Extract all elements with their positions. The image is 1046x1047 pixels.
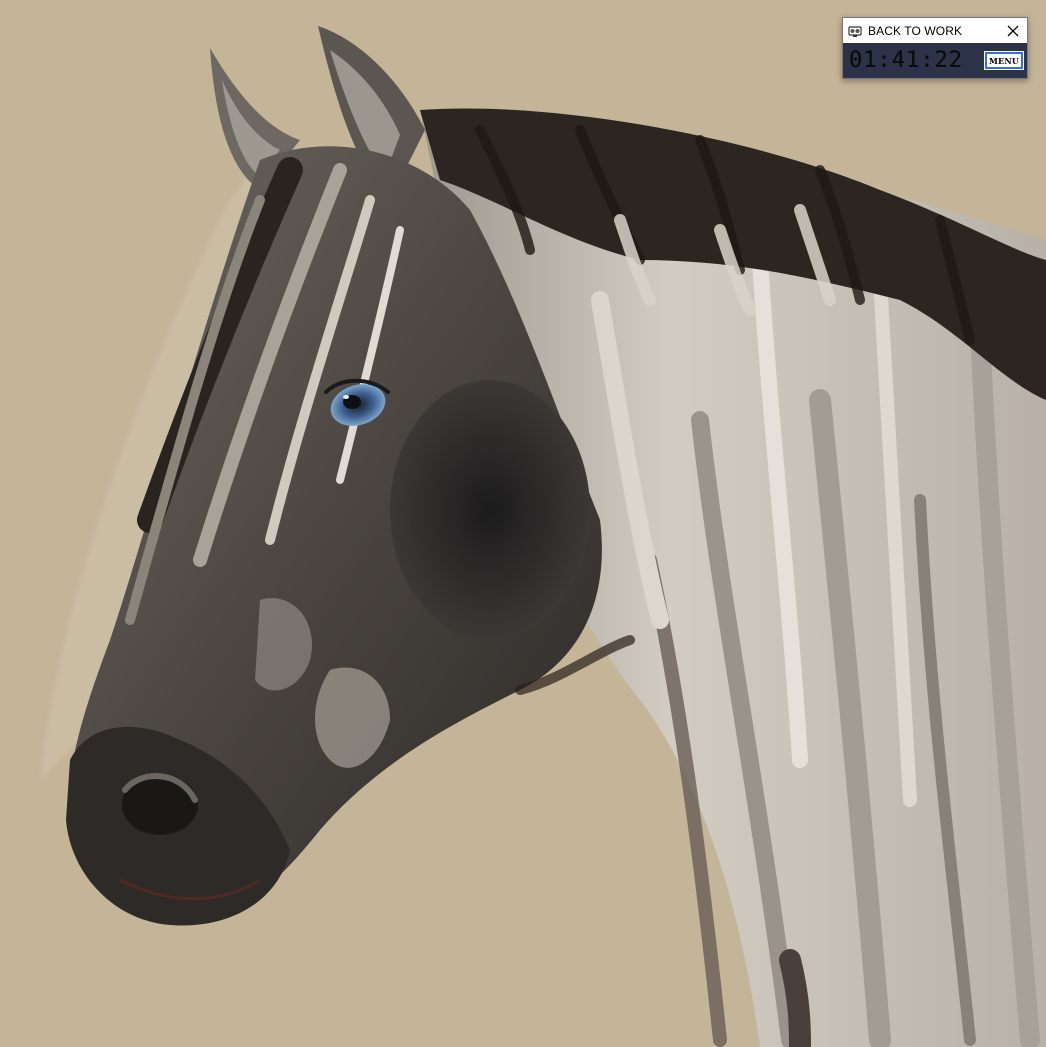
close-icon xyxy=(1007,25,1019,36)
close-button[interactable] xyxy=(1003,21,1023,41)
menu-button[interactable]: MENU xyxy=(984,51,1024,70)
horse-painting xyxy=(0,0,1046,1047)
timer-app-icon xyxy=(847,23,863,39)
timer-titlebar[interactable]: BACK TO WORK xyxy=(843,18,1027,43)
painting-canvas[interactable] xyxy=(0,0,1046,1047)
timer-display: 01:41:22 MENU xyxy=(843,43,1027,78)
timer-window[interactable]: BACK TO WORK 01:41:22 MENU xyxy=(842,17,1028,79)
time-readout: 01:41:22 xyxy=(849,48,963,73)
timer-title: BACK TO WORK xyxy=(868,23,963,38)
